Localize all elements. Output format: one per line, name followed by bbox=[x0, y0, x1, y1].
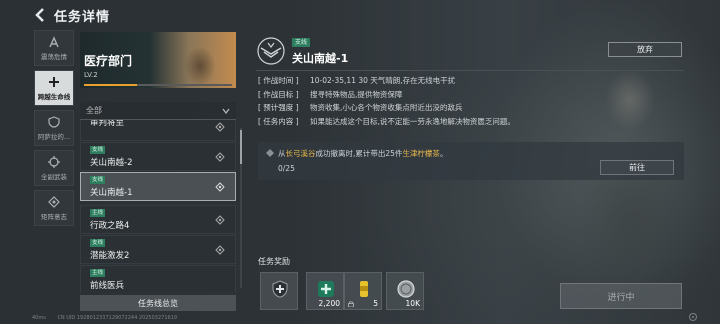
page-title: 任务详情 bbox=[54, 10, 111, 25]
mission-type-tag: 支线 bbox=[90, 239, 106, 247]
nav-item-4[interactable]: 矩阵意志 bbox=[34, 190, 74, 226]
faction-emblem-icon bbox=[257, 37, 285, 65]
lock-icon bbox=[348, 301, 354, 307]
track-mission-icon[interactable] bbox=[214, 244, 226, 256]
faction-banner: 医疗部门 LV.2 bbox=[80, 32, 236, 88]
info-row-target: [ 作战目标 ] 搜寻特殊物品,提供物资保障 bbox=[258, 88, 558, 102]
detail-mission-title: 关山南越-1 bbox=[292, 52, 349, 65]
detail-mission-type-tag: 支线 bbox=[292, 38, 311, 47]
info-row-time: [ 作战时间 ] 10-02-35,11 30 天气晴朗,存在无线电干扰 bbox=[258, 74, 558, 88]
settings-icon[interactable] bbox=[688, 312, 698, 322]
nav-item-label: 阿萨拉的... bbox=[37, 132, 71, 141]
mission-item-0[interactable]: 审判将至 bbox=[80, 120, 236, 141]
mission-name: 关山南越-2 bbox=[90, 158, 133, 168]
nav-item-2[interactable]: 阿萨拉的... bbox=[34, 110, 74, 146]
reward-item-1[interactable]: 2,200 bbox=[306, 272, 344, 310]
objective-prefix: 从 bbox=[278, 149, 286, 158]
mission-type-tag: 主线 bbox=[90, 269, 106, 277]
info-key: [ 预计强度 ] bbox=[258, 103, 299, 112]
info-key: [ 作战目标 ] bbox=[258, 89, 299, 99]
reward-title: 任务奖励 bbox=[258, 257, 290, 266]
mission-name: 行政之路4 bbox=[90, 221, 130, 231]
info-value: 如果能达成这个目标,说不定能一劳永逸地解决物资匮乏问题。 bbox=[310, 116, 515, 126]
nav-item-label: 跨越生命线 bbox=[37, 92, 71, 101]
track-mission-icon[interactable] bbox=[214, 151, 226, 163]
filter-selected-label: 全部 bbox=[86, 106, 102, 115]
user-uid: CN UID 1928012337129072244 202503271619 bbox=[57, 315, 178, 321]
mission-name: 前线医兵 bbox=[90, 281, 125, 291]
info-value: 10-02-35,11 30 天气晴朗,存在无线电干扰 bbox=[310, 76, 456, 85]
crosshair-icon bbox=[48, 155, 60, 168]
objective-progress: 0/25 bbox=[278, 164, 295, 173]
faction-illustration bbox=[170, 36, 230, 88]
objective-suffix: 。 bbox=[439, 149, 448, 158]
objective-diamond-icon bbox=[266, 149, 274, 157]
mission-type-tag: 主线 bbox=[90, 209, 106, 217]
mission-type-tag: 支线 bbox=[90, 146, 106, 154]
reward-quantity: 2,200 bbox=[318, 299, 340, 308]
info-value: 物资收集,小心各个物资收集点附近出没的敌兵 bbox=[310, 103, 463, 112]
mission-name: 潜能激发2 bbox=[90, 251, 130, 261]
network-ping: 40ms bbox=[32, 315, 46, 321]
mission-item-1[interactable]: 支线 关山南越-2 bbox=[80, 142, 236, 171]
detail-divider bbox=[256, 70, 684, 71]
mission-item-3[interactable]: 主线 行政之路4 bbox=[80, 205, 236, 234]
reward-quantity: 10K bbox=[405, 299, 420, 308]
mission-item-4[interactable]: 支线 潜能激发2 bbox=[80, 235, 236, 264]
nav-item-0[interactable]: 震荡危情 bbox=[34, 30, 74, 66]
mission-objective: 从长弓溪谷成功撤离时,累计带出25件生津柠檬茶。 0/25 前往 bbox=[258, 142, 684, 180]
medical-badge-icon bbox=[318, 281, 334, 297]
info-key: [ 任务内容 ] bbox=[258, 116, 299, 126]
track-mission-icon[interactable] bbox=[214, 121, 226, 133]
abandon-mission-button[interactable]: 放弃 bbox=[608, 42, 682, 57]
coin-icon bbox=[397, 280, 415, 298]
nav-item-label: 矩阵意志 bbox=[41, 212, 67, 221]
track-mission-icon[interactable] bbox=[214, 214, 226, 226]
objective-item: 生津柠檬茶 bbox=[402, 149, 440, 158]
footer-info: 40ms CN UID 1928012337129072244 20250327… bbox=[32, 315, 187, 321]
mission-type-tag: 支线 bbox=[90, 176, 106, 184]
nav-item-label: 震荡危情 bbox=[41, 52, 67, 61]
info-row-intensity: [ 预计强度 ] 物资收集,小心各个物资收集点附近出没的敌兵 bbox=[258, 101, 558, 115]
mission-list: 审判将至 支线 关山南越-2 支线 关山南越-1 主线 行政之路4 支线 潜能激… bbox=[80, 120, 236, 292]
reward-quantity: 5 bbox=[373, 299, 378, 308]
nav-item-label: 全副武装 bbox=[41, 172, 67, 181]
faction-level: LV.2 bbox=[84, 71, 98, 79]
reward-item-3[interactable]: 10K bbox=[386, 272, 424, 310]
objective-middle: 成功撤离时,累计带出25件 bbox=[315, 149, 403, 158]
mission-info: [ 作战时间 ] 10-02-35,11 30 天气晴朗,存在无线电干扰 [ 作… bbox=[258, 74, 558, 128]
reward-item-2[interactable]: 5 bbox=[344, 272, 382, 310]
plus-icon bbox=[49, 76, 59, 87]
top-bar: 任务详情 bbox=[0, 0, 720, 30]
mission-item-2[interactable]: 支线 关山南越-1 bbox=[80, 172, 236, 201]
goto-button[interactable]: 前往 bbox=[600, 160, 674, 175]
chevron-down-icon bbox=[222, 108, 230, 114]
info-value: 搜寻特殊物品,提供物资保障 bbox=[310, 89, 403, 99]
diamond-icon bbox=[48, 195, 60, 208]
objective-text: 从长弓溪谷成功撤离时,累计带出25件生津柠檬茶。 bbox=[278, 148, 447, 159]
nav-item-3[interactable]: 全副武装 bbox=[34, 150, 74, 186]
mission-name: 审判将至 bbox=[90, 120, 125, 128]
medic-cross-icon bbox=[272, 280, 288, 298]
mission-item-5[interactable]: 主线 前线医兵 bbox=[80, 265, 236, 292]
mission-name: 关山南越-1 bbox=[90, 188, 133, 198]
nav-item-1[interactable]: 跨越生命线 bbox=[34, 70, 74, 106]
faction-progress-fill bbox=[84, 84, 138, 86]
canned-drink-icon bbox=[360, 281, 368, 297]
mission-line-overview-button[interactable]: 任务线总览 bbox=[80, 295, 236, 311]
faction-progress-bar bbox=[84, 84, 232, 86]
back-arrow-icon[interactable] bbox=[34, 8, 46, 22]
track-mission-icon[interactable] bbox=[214, 181, 226, 193]
mission-line-nav: 震荡危情 跨越生命线 阿萨拉的... 全副武装 矩阵意志 bbox=[34, 30, 74, 230]
info-row-content: [ 任务内容 ] 如果能达成这个目标,说不定能一劳永逸地解决物资匮乏问题。 bbox=[258, 115, 558, 129]
reward-item-0[interactable] bbox=[260, 272, 298, 310]
info-key: [ 作战时间 ] bbox=[258, 76, 299, 85]
mission-status-button[interactable]: 进行中 bbox=[560, 283, 682, 309]
lambda-icon bbox=[49, 35, 59, 47]
mission-list-scroll-thumb[interactable] bbox=[240, 130, 242, 164]
objective-place: 长弓溪谷 bbox=[285, 149, 316, 158]
mission-filter-dropdown[interactable]: 全部 bbox=[80, 102, 236, 120]
shield-icon bbox=[48, 115, 60, 128]
faction-name: 医疗部门 bbox=[84, 54, 133, 68]
